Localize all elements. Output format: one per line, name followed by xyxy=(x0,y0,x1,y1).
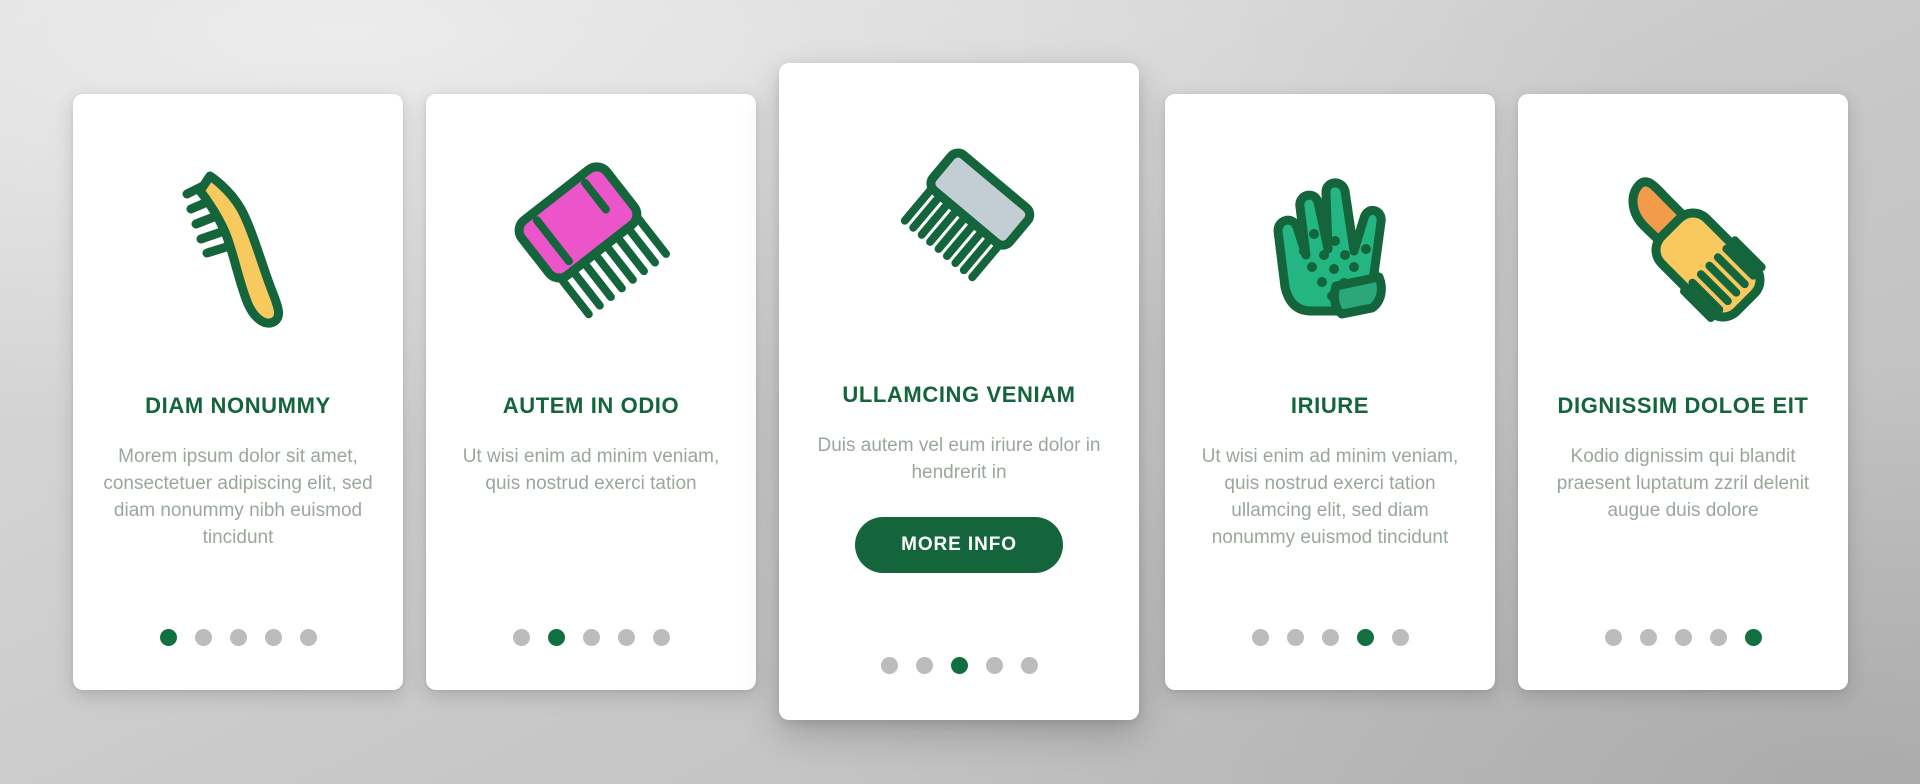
card-2-pagination[interactable] xyxy=(426,629,756,646)
pagination-dot[interactable] xyxy=(1604,629,1622,646)
pagination-dot[interactable] xyxy=(1251,629,1269,646)
pagination-dot[interactable] xyxy=(1321,629,1339,646)
rake-brush-icon xyxy=(1596,158,1771,330)
pagination-dot[interactable] xyxy=(229,629,247,646)
pink-comb-icon xyxy=(504,161,679,327)
pagination-dot[interactable] xyxy=(299,629,317,646)
pagination-dot[interactable] xyxy=(1286,629,1304,646)
card-1-title: DIAM NONUMMY xyxy=(145,393,331,418)
card-3-body: Duis autem vel eum iriure dolor in hendr… xyxy=(817,435,1101,484)
pagination-dot[interactable] xyxy=(880,657,898,674)
slicker-brush-icon xyxy=(163,157,313,332)
pagination-dot[interactable] xyxy=(1020,657,1038,674)
card-4-icon-zone xyxy=(1189,94,1471,394)
pagination-dot[interactable] xyxy=(617,629,635,646)
pagination-dot[interactable] xyxy=(1709,629,1727,646)
onboarding-card-1[interactable]: DIAM NONUMMY Morem ipsum dolor sit amet,… xyxy=(73,94,403,690)
card-5-icon-zone xyxy=(1542,94,1824,394)
card-4-title: IRIURE xyxy=(1290,393,1370,418)
grooming-glove-icon xyxy=(1248,159,1413,329)
pagination-dot[interactable] xyxy=(547,629,565,646)
pagination-dot[interactable] xyxy=(950,657,968,674)
pagination-dot[interactable] xyxy=(1639,629,1657,646)
pagination-dot[interactable] xyxy=(915,657,933,674)
pagination-dot[interactable] xyxy=(264,629,282,646)
more-info-button[interactable]: MORE INFO xyxy=(855,517,1063,574)
onboarding-card-5[interactable]: DIGNISSIM DOLOE EIT Kodio dignissim qui … xyxy=(1518,94,1848,690)
pagination-dot[interactable] xyxy=(1744,629,1762,646)
pagination-dot[interactable] xyxy=(1674,629,1692,646)
onboarding-card-3[interactable]: ULLAMCING VENIAM Duis autem vel eum iriu… xyxy=(779,63,1139,720)
card-5-body: Kodio dignissim qui blandit praesent lup… xyxy=(1556,446,1810,522)
card-3-title: ULLAMCING VENIAM xyxy=(842,382,1076,407)
card-2-body: Ut wisi enim ad minim veniam, quis nostr… xyxy=(462,446,720,495)
onboarding-screens-board: DIAM NONUMMY Morem ipsum dolor sit amet,… xyxy=(0,0,1920,784)
pagination-dot[interactable] xyxy=(512,629,530,646)
pagination-dot[interactable] xyxy=(1356,629,1374,646)
pagination-dot[interactable] xyxy=(652,629,670,646)
pagination-dot[interactable] xyxy=(1391,629,1409,646)
pagination-dot[interactable] xyxy=(985,657,1003,674)
card-5-title: DIGNISSIM DOLOE EIT xyxy=(1557,393,1809,418)
card-2-icon-zone xyxy=(450,94,732,394)
card-4-pagination[interactable] xyxy=(1165,629,1495,646)
card-5-pagination[interactable] xyxy=(1518,629,1848,646)
card-1-body: Morem ipsum dolor sit amet, consectetuer… xyxy=(103,446,373,549)
onboarding-card-2[interactable]: AUTEM IN ODIO Ut wisi enim ad minim veni… xyxy=(426,94,756,690)
onboarding-card-4[interactable]: IRIURE Ut wisi enim ad minim veniam, qui… xyxy=(1165,94,1495,690)
pagination-dot[interactable] xyxy=(159,629,177,646)
pagination-dot[interactable] xyxy=(194,629,212,646)
card-1-icon-zone xyxy=(97,94,379,394)
card-3-icon-zone xyxy=(805,63,1113,383)
card-2-title: AUTEM IN ODIO xyxy=(502,393,680,418)
grey-comb-icon xyxy=(874,146,1044,301)
card-1-pagination[interactable] xyxy=(73,629,403,646)
pagination-dot[interactable] xyxy=(582,629,600,646)
card-3-pagination[interactable] xyxy=(779,657,1139,674)
card-4-body: Ut wisi enim ad minim veniam, quis nostr… xyxy=(1201,446,1459,549)
